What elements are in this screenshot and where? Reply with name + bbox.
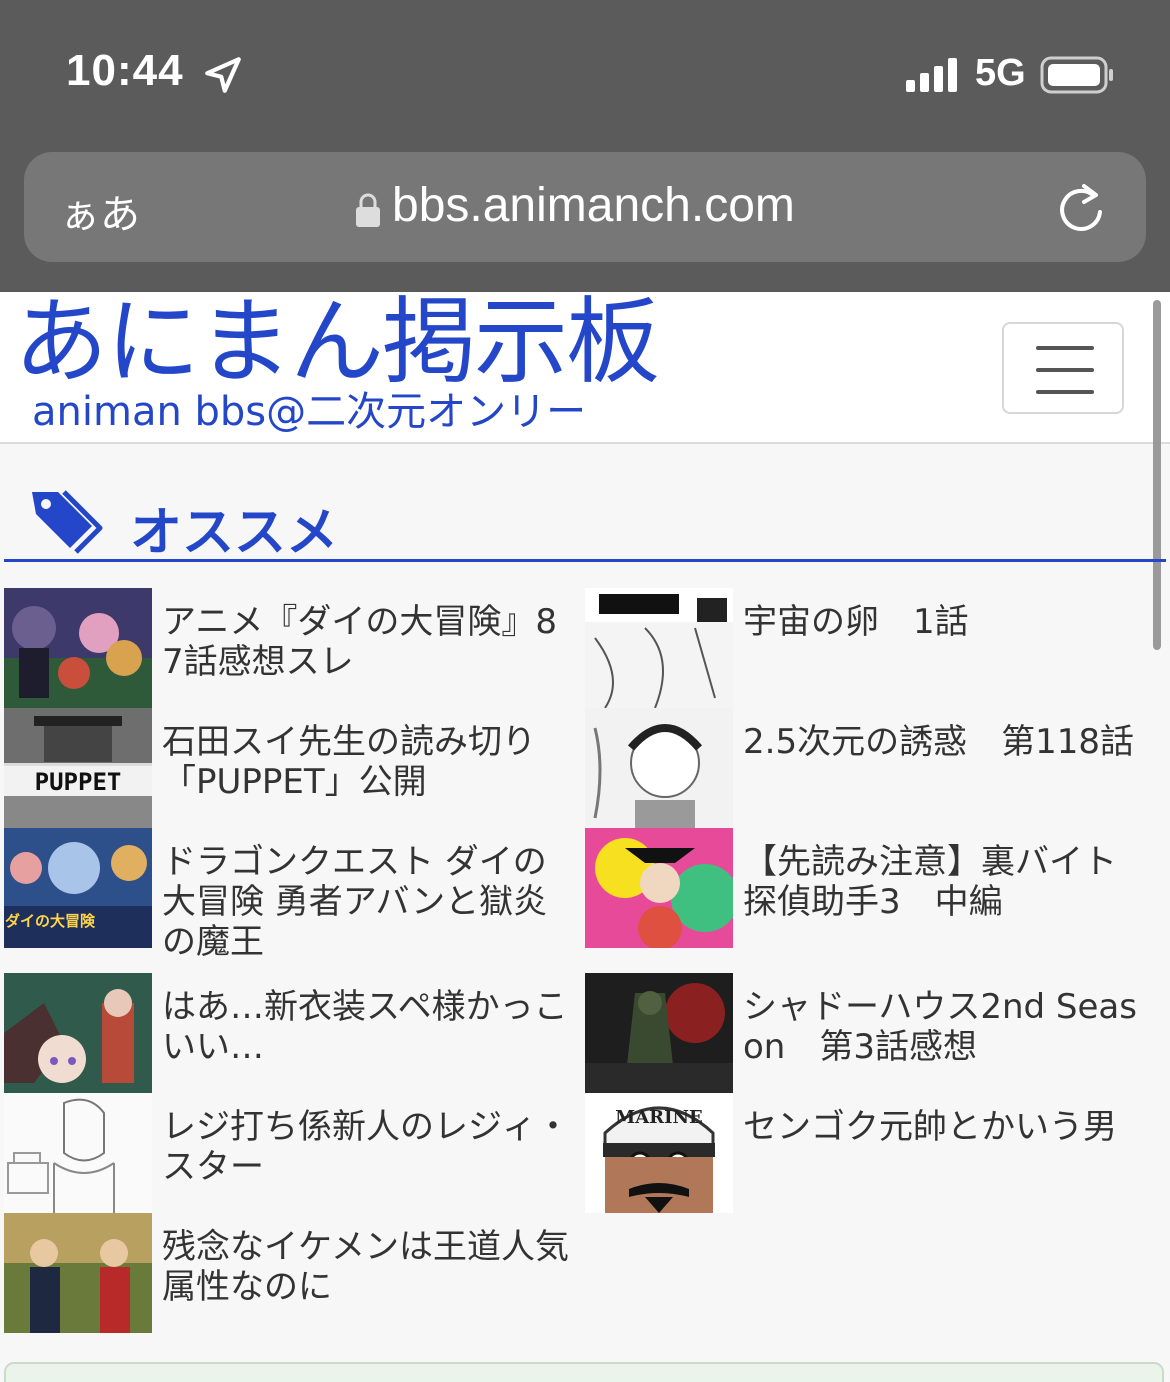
section-header: オススメ [4, 480, 1166, 563]
list-item[interactable]: はあ…新衣装スペ様かっこいい… [4, 973, 584, 1093]
status-time: 10:44 [66, 46, 184, 95]
signal-icon [906, 58, 957, 92]
list-item[interactable]: 宇宙の卵 1話 [585, 588, 1165, 708]
item-title[interactable]: 残念なイケメンは王道人気属性なのに [162, 1227, 572, 1307]
reader-settings-button[interactable]: ぁあ [60, 182, 140, 240]
item-title[interactable]: 【先読み注意】裏バイト 探偵助手3 中編 [743, 842, 1153, 922]
list-item[interactable]: MARINE センゴク元帥とかいう男 [585, 1093, 1165, 1213]
thumbnail[interactable] [585, 828, 733, 948]
item-title[interactable]: 宇宙の卵 1話 [743, 602, 1153, 642]
location-arrow-icon [205, 57, 241, 93]
item-title[interactable]: センゴク元帥とかいう男 [743, 1107, 1153, 1147]
marine-thumb-text: MARINE [615, 1107, 702, 1128]
list-item[interactable]: シャドーハウス2nd Season 第3話感想 [585, 973, 1165, 1093]
item-title[interactable]: 2.5次元の誘惑 第118話 [743, 722, 1153, 762]
hamburger-line [1036, 368, 1094, 372]
hamburger-menu-button[interactable] [1002, 322, 1124, 414]
item-title[interactable]: はあ…新衣装スペ様かっこいい… [162, 987, 572, 1067]
thumbnail[interactable] [4, 1213, 152, 1333]
list-item[interactable]: レジ打ち係新人のレジィ・スター [4, 1093, 584, 1213]
dai-thumb-text: ダイの大冒険 [5, 912, 96, 930]
thumbnail[interactable]: PUPPET [4, 708, 152, 828]
site-header: あにまん掲示板 animan bbs@二次元オンリー [0, 292, 1170, 444]
item-title[interactable]: レジ打ち係新人のレジィ・スター [162, 1107, 572, 1187]
lock-icon [356, 193, 380, 227]
list-item[interactable]: ダイの大冒険 ドラゴンクエスト ダイの大冒険 勇者アバンと獄炎の魔王 [4, 828, 584, 962]
site-logo[interactable]: あにまん掲示板 [14, 296, 660, 390]
url-text[interactable]: bbs.animanch.com [392, 178, 795, 233]
next-section-box [4, 1362, 1164, 1382]
item-title[interactable]: アニメ『ダイの大冒険』87話感想スレ [162, 602, 572, 682]
list-item[interactable]: 残念なイケメンは王道人気属性なのに [4, 1213, 584, 1333]
list-item[interactable]: 2.5次元の誘惑 第118話 [585, 708, 1165, 828]
thumbnail[interactable]: MARINE [585, 1093, 733, 1213]
item-title[interactable]: シャドーハウス2nd Season 第3話感想 [743, 987, 1153, 1067]
puppet-thumb-text: PUPPET [35, 768, 122, 796]
list-item[interactable]: アニメ『ダイの大冒険』87話感想スレ [4, 588, 584, 708]
reload-icon[interactable] [1054, 178, 1108, 236]
item-title[interactable]: ドラゴンクエスト ダイの大冒険 勇者アバンと獄炎の魔王 [162, 842, 572, 962]
browser-chrome: 10:44 5G ぁあ bbs.animanch.com [0, 0, 1170, 292]
network-type: 5G [975, 52, 1026, 94]
battery-icon [1040, 56, 1113, 94]
section-title: オススメ [130, 503, 339, 563]
thumbnail[interactable] [4, 588, 152, 708]
site-logo-subtitle: animan bbs@二次元オンリー [32, 389, 587, 435]
address-bar[interactable]: ぁあ bbs.animanch.com [24, 152, 1146, 262]
thumbnail[interactable] [4, 973, 152, 1093]
list-item[interactable]: 【先読み注意】裏バイト 探偵助手3 中編 [585, 828, 1165, 948]
hamburger-line [1036, 390, 1094, 394]
thumbnail[interactable]: ダイの大冒険 [4, 828, 152, 948]
list-item[interactable]: PUPPET 石田スイ先生の読み切り「PUPPET」公開 [4, 708, 584, 828]
tag-icon [32, 490, 103, 554]
thumbnail[interactable] [4, 1093, 152, 1213]
thumbnail[interactable] [585, 588, 733, 708]
item-title[interactable]: 石田スイ先生の読み切り「PUPPET」公開 [162, 722, 572, 802]
thumbnail[interactable] [585, 973, 733, 1093]
thumbnail[interactable] [585, 708, 733, 828]
hamburger-line [1036, 346, 1094, 350]
